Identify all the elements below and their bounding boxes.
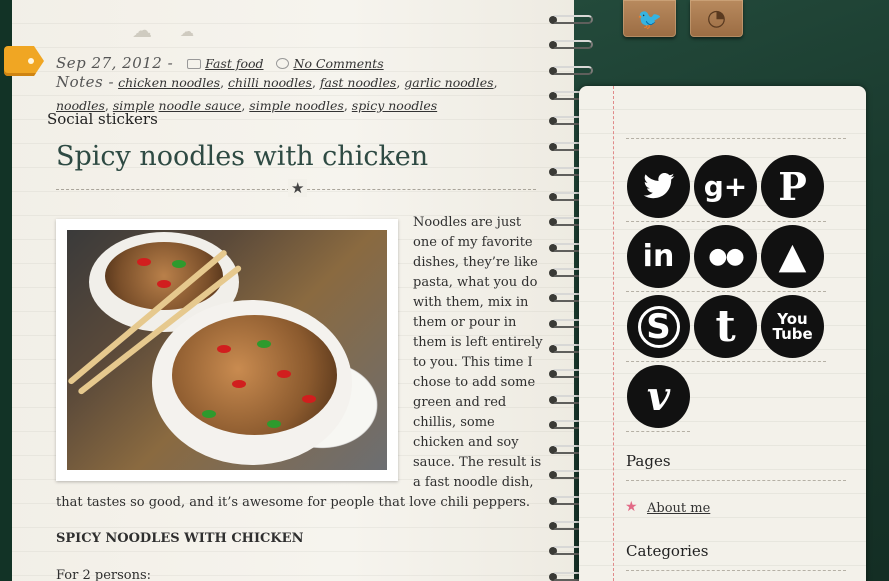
tag-link[interactable]: simple noodles bbox=[249, 98, 344, 113]
tumblr-sticker-icon[interactable]: t bbox=[694, 295, 757, 358]
pinterest-sticker-icon[interactable]: P bbox=[761, 155, 824, 218]
forrst-sticker-icon[interactable]: ▲ bbox=[761, 225, 824, 288]
youtube-sticker-icon[interactable]: You Tube bbox=[761, 295, 824, 358]
noodles-photo bbox=[67, 230, 387, 470]
pages-title: Pages bbox=[626, 452, 671, 470]
rss-icon: ◔ bbox=[706, 6, 727, 31]
cloud-icon: ☁ bbox=[132, 18, 152, 42]
tag-link[interactable]: spicy noodles bbox=[352, 98, 437, 113]
folder-icon bbox=[187, 59, 202, 69]
comment-icon bbox=[275, 58, 289, 69]
cloud-icon: ☁ bbox=[180, 24, 194, 40]
linkedin-sticker-icon[interactable]: in bbox=[627, 225, 690, 288]
recipe-servings: For 2 persons: bbox=[56, 568, 152, 581]
spiral-ring bbox=[548, 14, 596, 26]
categories-title: Categories bbox=[626, 542, 709, 560]
sticker-row-divider bbox=[626, 221, 826, 222]
tag-link[interactable]: fast noodles bbox=[320, 75, 396, 90]
post-intro: Noodles are just one of my favorite dish… bbox=[413, 215, 543, 490]
recipe-heading: SPICY NOODLES WITH CHICKEN bbox=[56, 531, 304, 546]
google-plus-sticker-icon[interactable]: g+ bbox=[694, 155, 757, 218]
tag-link[interactable]: garlic noodles bbox=[404, 75, 493, 90]
star-bullet-icon: ★ bbox=[625, 499, 638, 515]
twitter-top-button[interactable]: 🐦 bbox=[623, 0, 676, 37]
widget-divider bbox=[626, 138, 846, 139]
sticker-row-divider bbox=[626, 431, 690, 432]
social-stickers-title: Social stickers bbox=[47, 110, 158, 128]
vimeo-sticker-icon[interactable]: v bbox=[627, 365, 690, 428]
post-date: Sep 27, 2012 - bbox=[56, 54, 174, 72]
post-intro-continued: that tastes so good, and it’s awesome fo… bbox=[56, 495, 530, 510]
sticker-row-divider bbox=[626, 361, 826, 362]
post-meta: Sep 27, 2012 - Fast food No Comments Not… bbox=[56, 54, 498, 113]
twitter-sticker-icon[interactable] bbox=[627, 155, 690, 218]
post-title[interactable]: Spicy noodles with chicken bbox=[56, 141, 536, 172]
tag-link[interactable]: chicken noodles bbox=[118, 75, 220, 90]
rss-top-button[interactable]: ◔ bbox=[690, 0, 743, 37]
spiral-ring bbox=[548, 39, 596, 51]
tag-link[interactable]: noodle sauce bbox=[159, 98, 242, 113]
star-icon: ★ bbox=[288, 179, 308, 197]
notes-label: Notes - bbox=[56, 73, 115, 91]
post-image-frame[interactable] bbox=[56, 219, 398, 481]
page-link-about[interactable]: About me bbox=[647, 501, 710, 516]
spiral-ring bbox=[548, 65, 596, 77]
bird-icon: 🐦 bbox=[637, 6, 662, 31]
comments-link[interactable]: No Comments bbox=[294, 56, 384, 71]
skype-sticker-icon[interactable]: S bbox=[627, 295, 690, 358]
widget-divider bbox=[626, 480, 846, 481]
flickr-sticker-icon[interactable]: ●● bbox=[694, 225, 757, 288]
widget-divider bbox=[626, 570, 846, 571]
category-link[interactable]: Fast food bbox=[205, 56, 263, 71]
tag-link[interactable]: chilli noodles bbox=[228, 75, 312, 90]
sticker-row-divider bbox=[626, 291, 826, 292]
